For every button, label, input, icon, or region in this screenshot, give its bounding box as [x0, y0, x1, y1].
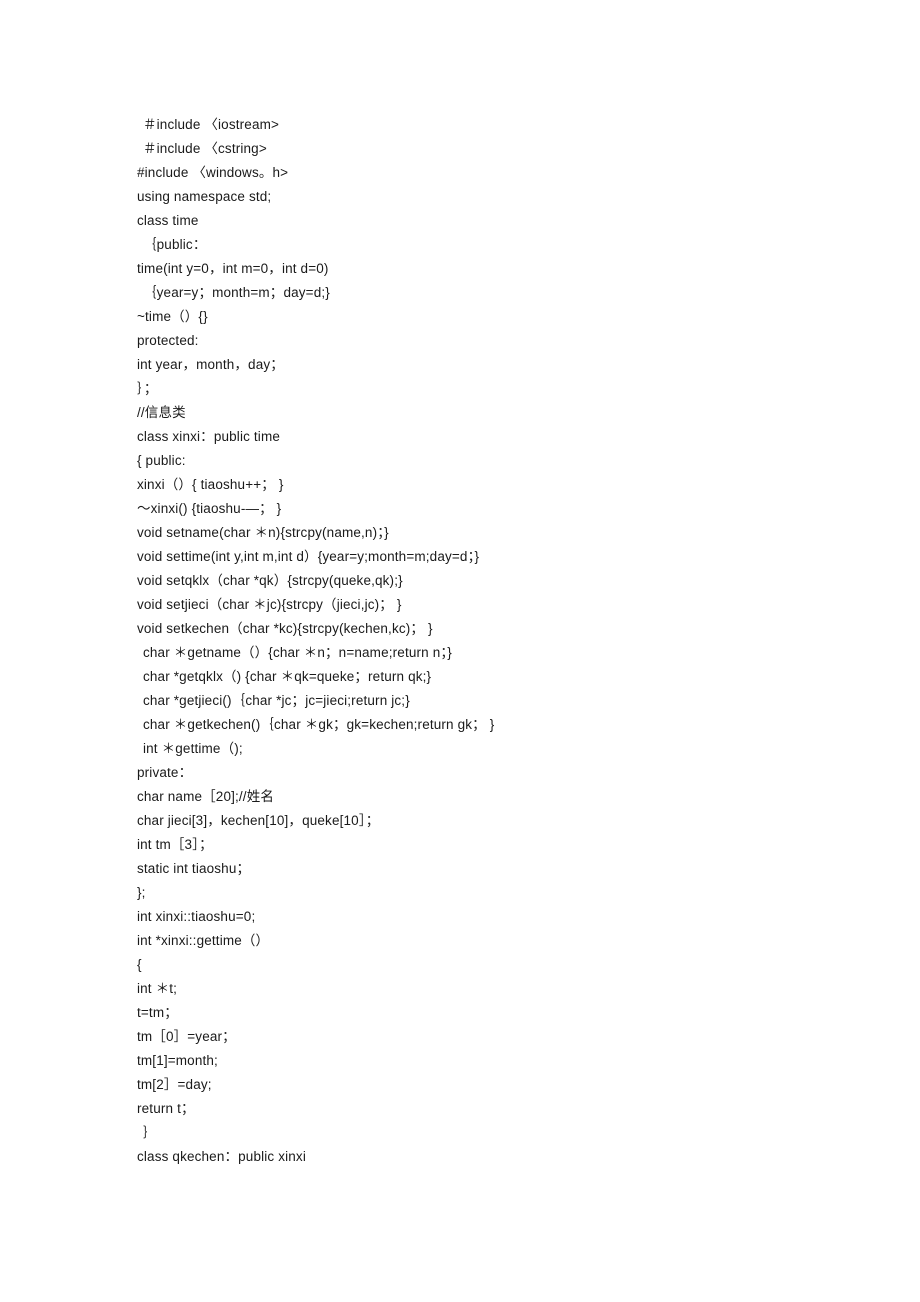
code-line: tm[1]=month;	[137, 1053, 218, 1068]
code-line: ＃include 〈iostream>	[143, 117, 280, 132]
code-line: int year，month，day；	[137, 357, 284, 372]
code-line: void setname(char ＊n){strcpy(name,n)；}	[137, 525, 389, 540]
code-line: class time	[137, 213, 199, 228]
code-line: void settime(int y,int m,int d）{year=y;m…	[137, 549, 480, 564]
code-line: ～xinxi() {tiaoshu-—； }	[137, 501, 282, 516]
code-line: t=tm；	[137, 1005, 178, 1020]
code-listing: ＃include 〈iostream> ＃include 〈cstring> #in…	[137, 113, 837, 1169]
code-line: char *getqklx（) {char ＊qk=queke；return q…	[143, 669, 432, 684]
code-line: char ＊getkechen()｛char ＊gk；gk=kechen;ret…	[143, 717, 495, 732]
code-line: protected:	[137, 333, 199, 348]
code-line: return t；	[137, 1101, 195, 1116]
code-line: time(int y=0，int m=0，int d=0)	[137, 261, 329, 276]
code-line: tm[2］=day;	[137, 1077, 212, 1092]
code-line: ~time（）{}	[137, 309, 208, 324]
code-line: int ＊gettime（);	[143, 741, 243, 756]
code-line: ｛year=y；month=m；day=d;}	[143, 285, 330, 300]
code-line: tm［0］=year；	[137, 1029, 236, 1044]
code-line: { public:	[137, 453, 186, 468]
code-line: ｛public：	[143, 237, 207, 252]
code-line: private：	[137, 765, 193, 780]
code-line: int tm［3］；	[137, 837, 213, 852]
code-line: class xinxi：public time	[137, 429, 280, 444]
code-line: int ＊t;	[137, 981, 178, 996]
code-line: int xinxi::tiaoshu=0;	[137, 909, 256, 924]
code-line: void setjieci（char ＊jc){strcpy（jieci,jc)…	[137, 597, 402, 612]
code-line: int *xinxi::gettime（）	[137, 933, 270, 948]
code-line: ｝	[143, 1125, 157, 1140]
code-line: static int tiaoshu；	[137, 861, 251, 876]
code-line: char *getjieci()｛char *jc；jc=jieci;retur…	[143, 693, 410, 708]
code-line: char jieci[3]，kechen[10]，queke[10］；	[137, 813, 380, 828]
code-line: void setqklx（char *qk）{strcpy(queke,qk);…	[137, 573, 403, 588]
code-line: char ＊getname（）{char ＊n；n=name;return n；…	[143, 645, 452, 660]
code-line: char name［20];//姓名	[137, 789, 275, 804]
code-line: {	[137, 957, 142, 972]
document-page: ＃include 〈iostream> ＃include 〈cstring> #in…	[0, 0, 920, 1302]
code-line: xinxi（）{ tiaoshu++； }	[137, 477, 284, 492]
code-line: using namespace std;	[137, 189, 272, 204]
code-line: ＃include 〈cstring>	[143, 141, 267, 156]
code-line: //信息类	[137, 405, 186, 420]
code-line: void setkechen（char *kc){strcpy(kechen,k…	[137, 621, 433, 636]
code-line: };	[137, 885, 146, 900]
code-line: #include 〈windows。h>	[137, 165, 289, 180]
code-line: class qkechen：public xinxi	[137, 1149, 306, 1164]
code-line: ｝；	[137, 381, 158, 396]
